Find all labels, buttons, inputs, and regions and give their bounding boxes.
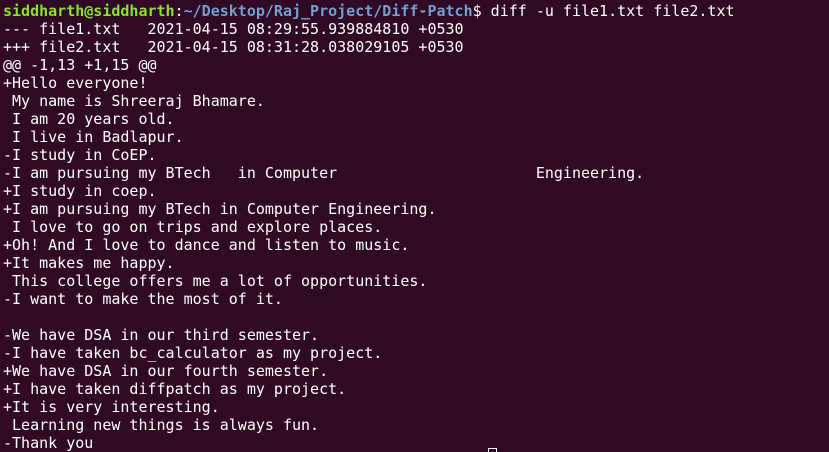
diff-line: +It is very interesting. — [3, 398, 220, 416]
prompt-path: ~/Desktop/Raj_Project/Diff-Patch — [183, 2, 473, 20]
diff-line: Learning new things is always fun. — [3, 416, 320, 434]
diff-line: This college offers me a lot of opportun… — [3, 272, 428, 290]
diff-line: +I study in coep. — [3, 182, 157, 200]
diff-line: -We have DSA in our third semester. — [3, 326, 320, 344]
diff-line: -I have taken bc_calculator as my projec… — [3, 344, 383, 362]
diff-line: I love to go on trips and explore places… — [3, 218, 383, 236]
diff-line: -I want to make the most of it. — [3, 290, 283, 308]
diff-header-old: --- file1.txt 2021-04-15 08:29:55.939884… — [3, 20, 464, 38]
diff-line: +Hello everyone! — [3, 74, 148, 92]
diff-blank-line — [3, 308, 829, 326]
terminal-window[interactable]: siddharth@siddharth:~/Desktop/Raj_Projec… — [0, 0, 829, 452]
prompt-symbol: $ — [472, 2, 491, 20]
diff-line: +I am pursuing my BTech in Computer Engi… — [3, 200, 437, 218]
diff-line: +I have taken diffpatch as my project. — [3, 380, 347, 398]
diff-line: -Thank you — [3, 434, 94, 452]
diff-line: +Oh! And I love to dance and listen to m… — [3, 236, 410, 254]
diff-line: -I am pursuing my BTech in Computer Engi… — [3, 164, 645, 182]
diff-line: My name is Shreeraj Bhamare. — [3, 92, 265, 110]
prompt-separator: : — [174, 2, 184, 20]
text-cursor — [488, 448, 497, 452]
diff-header-new: +++ file2.txt 2021-04-15 08:31:28.038029… — [3, 38, 464, 56]
prompt-command: diff -u file1.txt file2.txt — [490, 2, 735, 20]
prompt-line: siddharth@siddharth:~/Desktop/Raj_Projec… — [3, 2, 829, 20]
diff-line: I live in Badlapur. — [3, 128, 184, 146]
diff-line: -I study in CoEP. — [3, 146, 157, 164]
prompt-user-host: siddharth@siddharth — [3, 2, 175, 20]
diff-line: +It makes me happy. — [3, 254, 175, 272]
diff-line: +We have DSA in our fourth semester. — [3, 362, 329, 380]
diff-hunk-header: @@ -1,13 +1,15 @@ — [3, 56, 157, 74]
diff-line: I am 20 years old. — [3, 110, 175, 128]
